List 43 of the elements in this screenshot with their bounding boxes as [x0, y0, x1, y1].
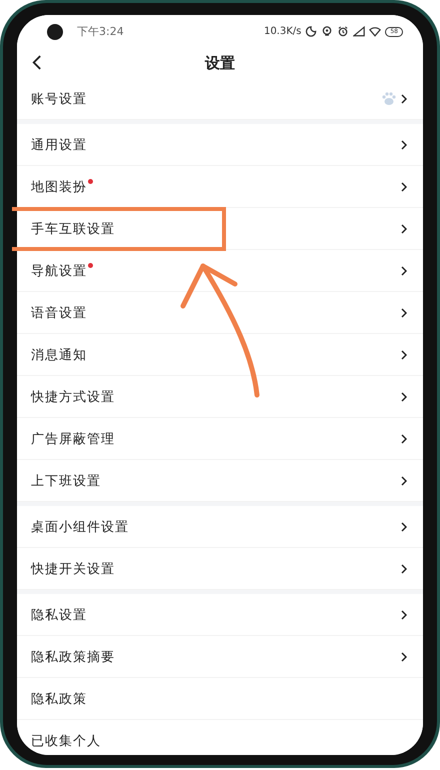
settings-item[interactable]: 快捷方式设置: [17, 376, 423, 418]
item-label: 隐私政策摘要: [31, 648, 115, 666]
settings-item[interactable]: 快捷开关设置: [17, 548, 423, 590]
settings-item[interactable]: 消息通知: [17, 334, 423, 376]
back-icon[interactable]: [31, 54, 42, 71]
item-label: 已收集个人: [31, 732, 101, 750]
item-label: 快捷开关设置: [31, 560, 115, 578]
settings-item[interactable]: 账号设置: [17, 78, 423, 120]
item-label: 账号设置: [31, 90, 87, 108]
camera-icon: [47, 24, 63, 40]
item-label: 语音设置: [31, 304, 87, 322]
settings-item[interactable]: 广告屏蔽管理: [17, 418, 423, 460]
item-label: 地图装扮: [31, 178, 87, 196]
item-label: 消息通知: [31, 346, 87, 364]
page-title: 设置: [205, 54, 235, 72]
location-icon: [321, 26, 334, 37]
moon-icon: [305, 26, 318, 37]
settings-item[interactable]: 隐私政策: [17, 678, 423, 720]
wifi-icon: [369, 26, 382, 37]
settings-item[interactable]: 上下班设置: [17, 460, 423, 502]
settings-item[interactable]: 通用设置: [17, 124, 423, 166]
settings-item[interactable]: 隐私设置: [17, 594, 423, 636]
network-speed: 10.3K/s: [264, 26, 302, 37]
settings-item[interactable]: 桌面小组件设置: [17, 506, 423, 548]
settings-item[interactable]: 导航设置: [17, 250, 423, 292]
settings-item[interactable]: 地图装扮: [17, 166, 423, 208]
item-label: 上下班设置: [31, 472, 101, 490]
item-label: 通用设置: [31, 136, 87, 154]
item-label: 快捷方式设置: [31, 388, 115, 406]
signal-icon: [353, 26, 366, 37]
settings-item[interactable]: 隐私政策摘要: [17, 636, 423, 678]
settings-item[interactable]: 语音设置: [17, 292, 423, 334]
paw-icon: [381, 92, 397, 106]
item-label: 隐私政策: [31, 690, 87, 708]
item-label: 隐私设置: [31, 606, 87, 624]
alarm-icon: [337, 26, 350, 37]
item-label: 广告屏蔽管理: [31, 430, 115, 448]
item-label: 桌面小组件设置: [31, 518, 129, 536]
item-label: 导航设置: [31, 262, 87, 280]
item-label: 手车互联设置: [31, 220, 115, 238]
settings-item[interactable]: 手车互联设置: [17, 208, 423, 250]
settings-item[interactable]: 已收集个人: [17, 720, 423, 755]
status-time: 下午3:24: [77, 24, 124, 39]
